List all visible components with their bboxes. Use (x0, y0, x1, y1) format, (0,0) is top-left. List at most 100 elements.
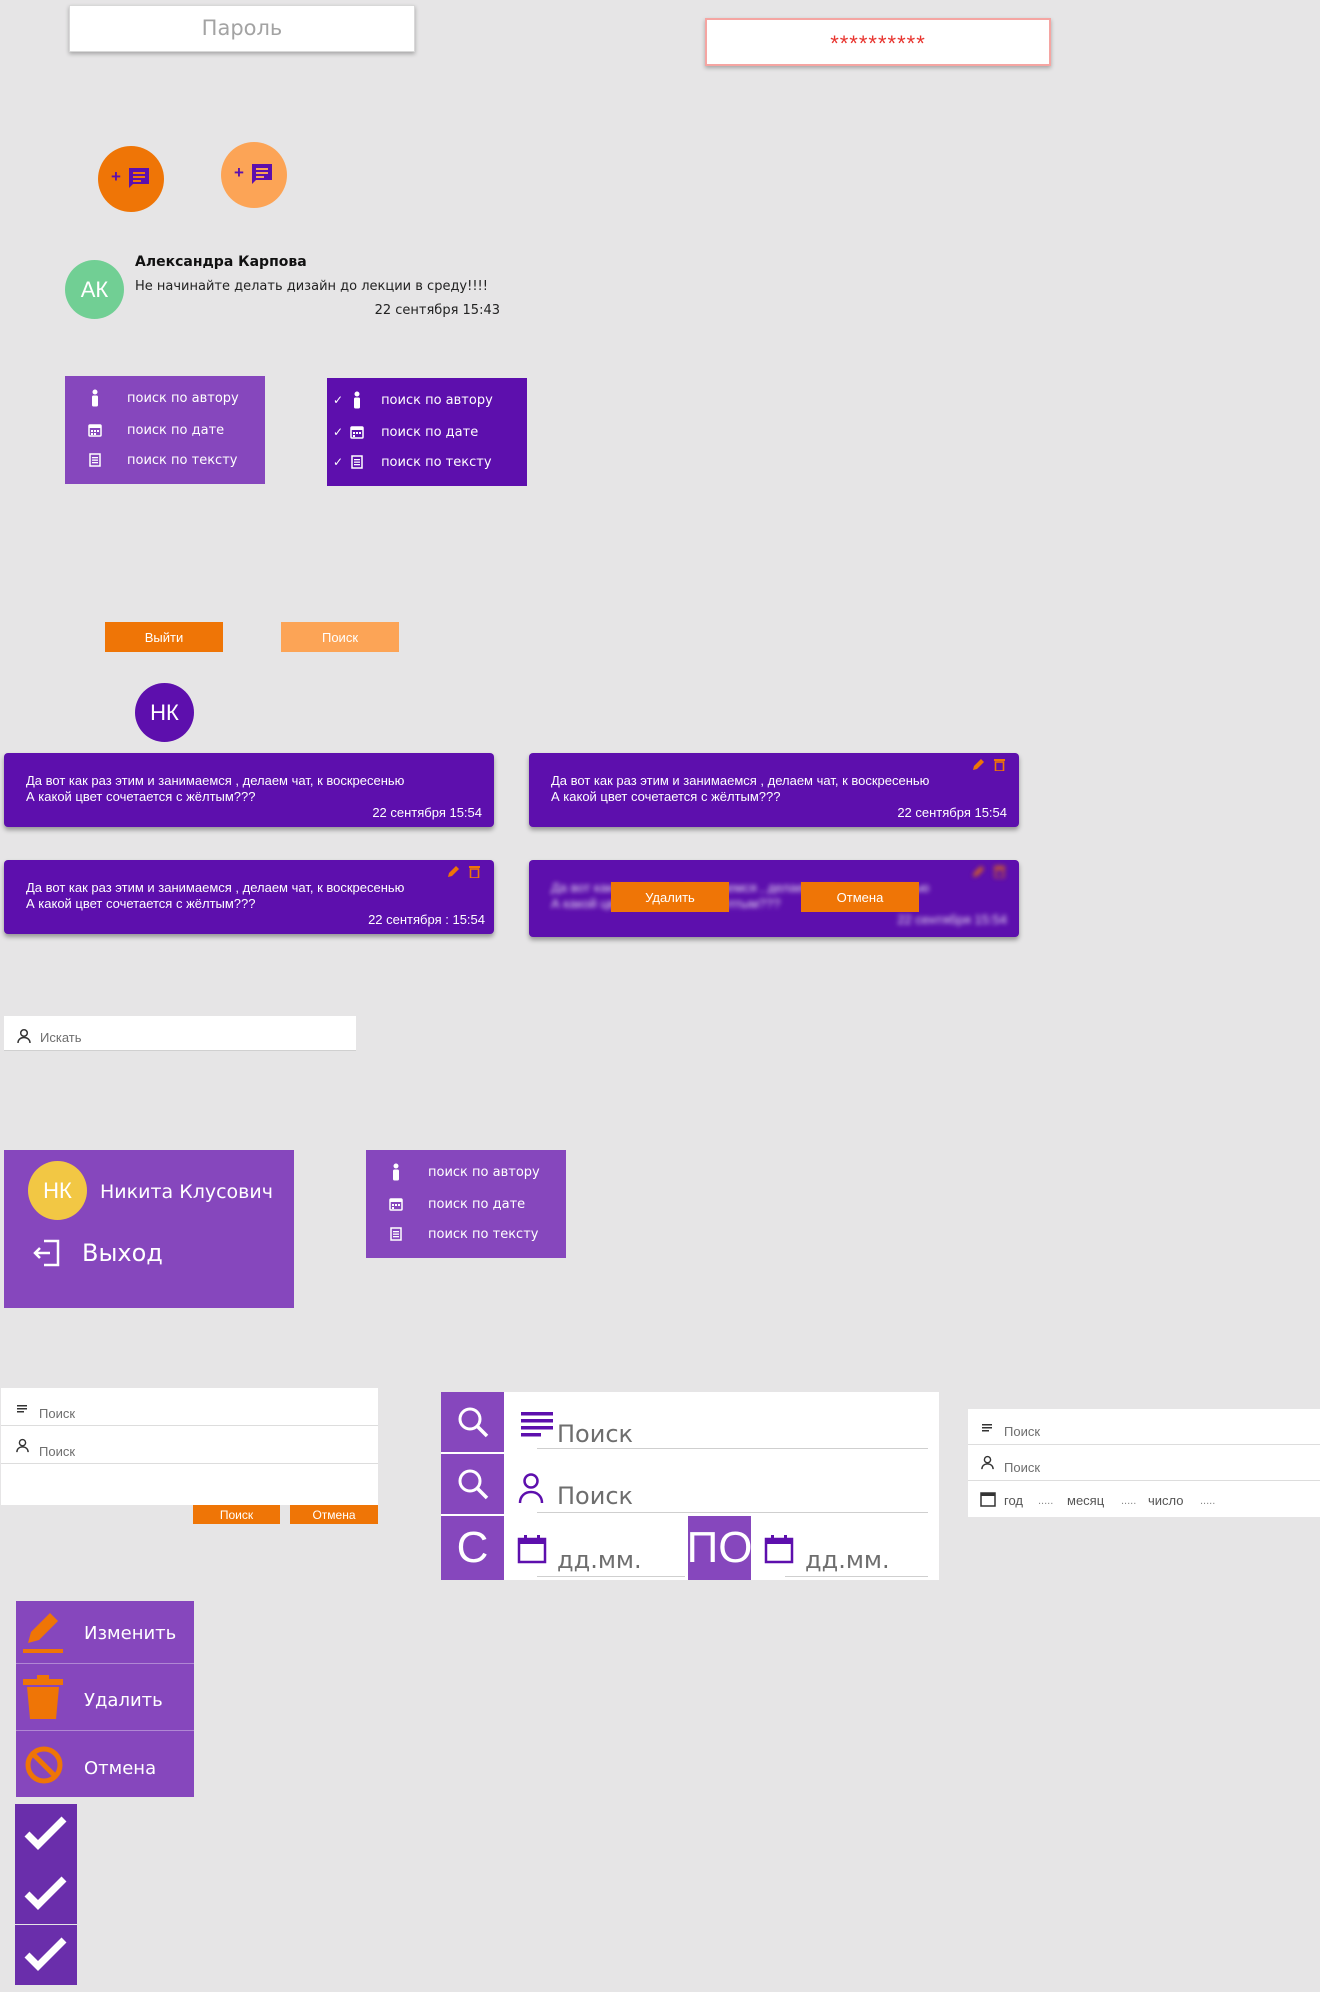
search-icon (458, 1407, 488, 1438)
message-author: Александра Карпова (135, 254, 307, 270)
search-input[interactable]: Искать (4, 1016, 356, 1051)
date-to-placeholder[interactable]: дд.мм. (805, 1546, 890, 1574)
text-search-field[interactable]: Поиск (1, 1388, 378, 1426)
search-button[interactable]: Поиск (281, 622, 399, 652)
document-icon (386, 1225, 406, 1243)
pencil-icon[interactable] (447, 865, 460, 878)
pencil-icon (20, 1609, 66, 1655)
cancel-button[interactable]: Отмена (290, 1505, 378, 1524)
bubble-time: 22 сентября : 15:54 (368, 912, 485, 927)
avatar: АК (65, 260, 124, 319)
filter-by-text[interactable]: ✓ поиск по тексту (333, 452, 492, 472)
month-label: месяц (1067, 1493, 1105, 1508)
date-to-label: ПО (686, 1523, 753, 1572)
logout-item[interactable]: Выход (28, 1235, 228, 1271)
check-icon: ✓ (333, 393, 344, 407)
filter-label: поиск по автору (428, 1164, 540, 1180)
checkbox-checked[interactable] (15, 1925, 77, 1985)
person-outline-icon (15, 1438, 30, 1453)
author-search-placeholder: Поиск (39, 1444, 76, 1459)
search-icon (458, 1469, 488, 1500)
field-underline (537, 1512, 928, 1513)
user-avatar[interactable]: НК (135, 683, 194, 742)
filter-by-author[interactable]: поиск по автору (386, 1162, 540, 1182)
filter-label: поиск по тексту (127, 452, 238, 468)
cancel-label: Отмена (84, 1758, 157, 1779)
date-fields-row[interactable]: год ..... месяц ..... число ..... (968, 1481, 1320, 1517)
person-outline-icon (517, 1472, 545, 1504)
search-form: Поиск Поиск (1, 1388, 378, 1505)
lines-icon (521, 1412, 553, 1438)
chat-bubble-actions[interactable]: Да вот как раз этим и занимаемся , делае… (4, 860, 494, 934)
trash-icon[interactable] (469, 865, 480, 878)
delete-action[interactable]: Удалить (16, 1665, 194, 1731)
month-dots[interactable]: ..... (1121, 1495, 1136, 1507)
calendar-icon[interactable] (764, 1534, 794, 1564)
logout-icon (32, 1238, 62, 1268)
trash-icon[interactable] (994, 758, 1005, 771)
profile-name: Никита Клусович (100, 1181, 273, 1203)
confirm-delete-button[interactable]: Удалить (611, 882, 729, 912)
date-from-label: С (456, 1523, 489, 1572)
password-field[interactable]: Пароль (69, 5, 415, 52)
edit-action[interactable]: Изменить (16, 1601, 194, 1664)
calendar-icon[interactable] (517, 1534, 547, 1564)
filter-by-date[interactable]: поиск по дате (85, 420, 224, 440)
chat-bubble-actions[interactable]: Да вот как раз этим и занимаемся , делае… (529, 753, 1019, 827)
filter-by-text[interactable]: поиск по тексту (85, 450, 237, 470)
text-search-placeholder: Поиск (1004, 1424, 1041, 1439)
person-icon (386, 1163, 406, 1181)
filter-by-date[interactable]: ✓ поиск по дате (333, 422, 478, 442)
password-mask: ********** (830, 31, 926, 56)
chat-bubble[interactable]: Да вот как раз этим и занимаемся , делае… (4, 753, 494, 827)
filter-by-date[interactable]: поиск по дате (386, 1194, 525, 1214)
bubble-line: Да вот как раз этим и занимаемся , делае… (26, 880, 405, 895)
confirm-cancel-button[interactable]: Отмена (801, 882, 919, 912)
checkbox-checked[interactable] (15, 1864, 77, 1924)
new-message-fab[interactable]: + (98, 146, 164, 212)
day-dots[interactable]: ..... (1200, 1495, 1215, 1507)
search-icon-tile[interactable] (441, 1392, 504, 1452)
filter-by-author[interactable]: ✓ поиск по автору (333, 390, 493, 410)
new-message-fab-hover[interactable]: + (221, 142, 287, 208)
pencil-icon[interactable] (972, 758, 985, 771)
logout-button[interactable]: Выйти (105, 622, 223, 652)
field-underline (537, 1576, 685, 1577)
check-icon (24, 1937, 67, 1971)
password-field-error[interactable]: ********** (705, 18, 1051, 66)
text-search-field[interactable]: Поиск (968, 1409, 1320, 1445)
filter-label: поиск по дате (381, 424, 479, 440)
author-search-placeholder: Поиск (1004, 1460, 1041, 1475)
calendar-icon (386, 1195, 406, 1213)
lines-icon (982, 1424, 992, 1433)
filter-menu: поиск по автору поиск по дате поиск по т… (366, 1150, 566, 1258)
text-search-placeholder[interactable]: Поиск (557, 1420, 633, 1448)
calendar-icon (347, 423, 367, 441)
date-from-tile: С (441, 1516, 504, 1580)
filter-by-author[interactable]: поиск по автору (85, 388, 239, 408)
cancel-action[interactable]: Отмена (16, 1732, 194, 1797)
trash-icon (20, 1675, 66, 1721)
check-icon: ✓ (333, 455, 344, 469)
filter-by-text[interactable]: поиск по тексту (386, 1224, 538, 1244)
cancel-icon (24, 1745, 64, 1785)
day-label: число (1148, 1493, 1184, 1508)
document-icon (85, 451, 105, 469)
author-search-placeholder[interactable]: Поиск (557, 1482, 633, 1510)
author-search-field[interactable]: Поиск (1, 1426, 378, 1464)
date-from-placeholder[interactable]: дд.мм. (557, 1546, 642, 1574)
filter-label: поиск по тексту (381, 454, 492, 470)
author-search-field[interactable]: Поиск (968, 1445, 1320, 1481)
search-button[interactable]: Поиск (193, 1505, 280, 1524)
plus-icon: + (111, 167, 121, 186)
bubble-time: 22 сентября 15:54 (897, 912, 1007, 927)
search-icon-tile[interactable] (441, 1454, 504, 1514)
logout-label: Выход (82, 1239, 163, 1267)
password-placeholder: Пароль (201, 16, 283, 40)
checkbox-checked[interactable] (15, 1804, 77, 1864)
filter-label: поиск по автору (381, 392, 493, 408)
person-icon (347, 391, 367, 409)
person-icon (85, 389, 105, 407)
bubble-line: А какой цвет сочетается с жёлтым??? (26, 789, 256, 804)
year-dots[interactable]: ..... (1038, 1495, 1053, 1507)
